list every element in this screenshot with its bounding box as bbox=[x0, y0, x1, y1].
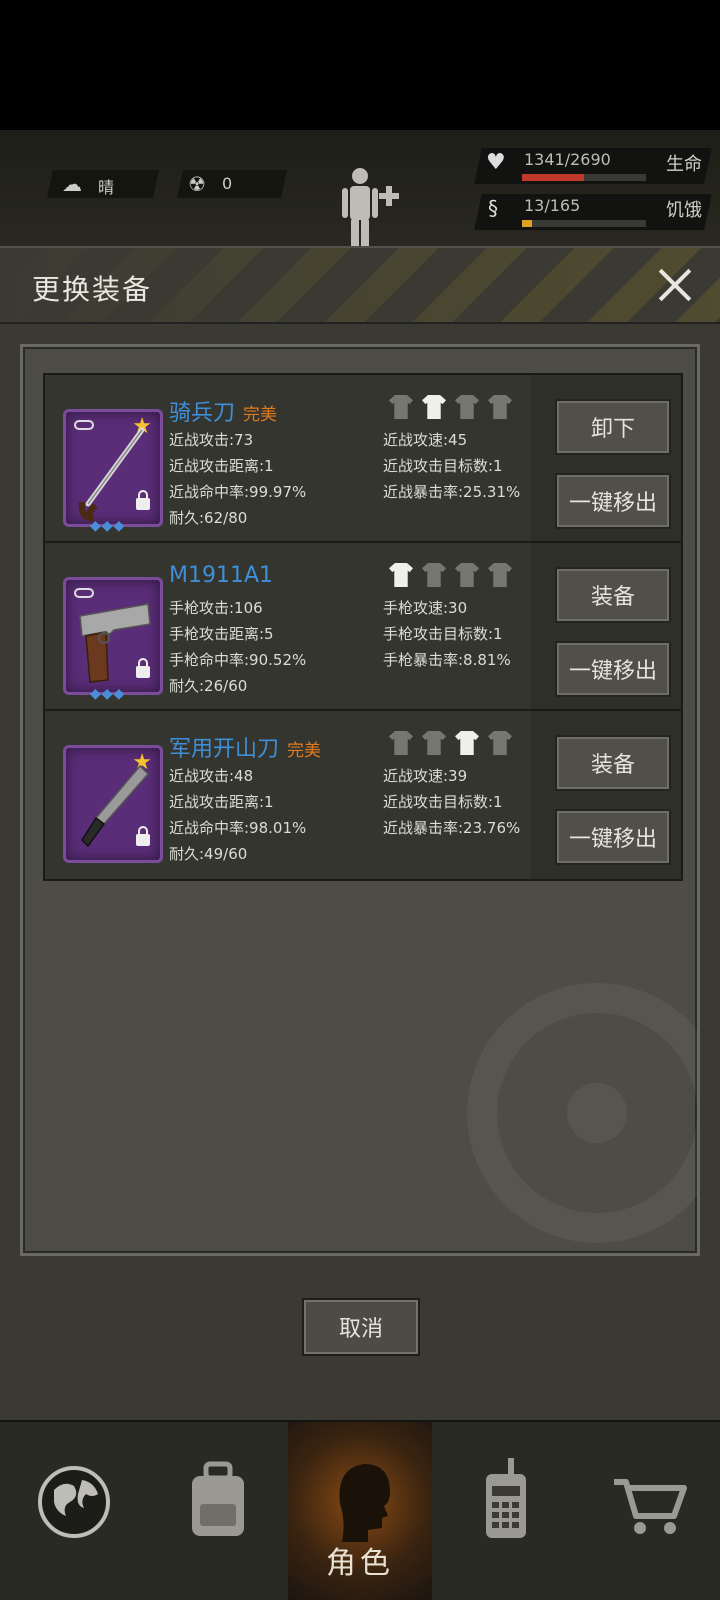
backpack-icon bbox=[192, 1461, 244, 1536]
equipment-item: ◆◆◆ M1911A1 手枪攻击:106 手枪攻击距离:5 手枪命中率:90.5… bbox=[43, 541, 683, 713]
lock-icon bbox=[136, 658, 150, 678]
dialog-title: 更换装备 bbox=[32, 273, 153, 306]
slot-indicators bbox=[389, 563, 512, 587]
nav-radio[interactable] bbox=[432, 1422, 576, 1600]
weather-label: 晴 bbox=[98, 178, 115, 197]
nav-world[interactable] bbox=[0, 1422, 144, 1600]
walkie-talkie-icon bbox=[486, 1458, 526, 1538]
nav-character[interactable]: 角色 bbox=[288, 1422, 432, 1600]
slot-3-shirt-icon bbox=[455, 731, 479, 755]
item-thumbnail[interactable]: ★ bbox=[63, 745, 163, 863]
stat-pistol-targets: 手枪攻击目标数:1 bbox=[383, 625, 503, 643]
hunger-bar-row: § 13/165 饥饿 bbox=[474, 192, 720, 236]
stat-melee-range: 近战攻击距离:1 bbox=[169, 457, 274, 475]
stomach-icon: § bbox=[488, 196, 498, 220]
item-name: 骑兵刀 完美 bbox=[169, 401, 278, 426]
stat-pistol-crit: 手枪暴击率:8.81% bbox=[383, 651, 511, 669]
shopping-cart-icon bbox=[614, 1479, 687, 1534]
stat-durability: 耐久:26/60 bbox=[169, 677, 248, 695]
rank-diamonds-icon: ◆◆◆ bbox=[90, 686, 126, 702]
bottom-nav: 角色 bbox=[0, 1420, 720, 1600]
nav-backpack[interactable] bbox=[144, 1422, 288, 1600]
health-value: 1341/2690 bbox=[524, 150, 611, 169]
hunger-bar-fill bbox=[522, 220, 532, 227]
rank-diamonds-icon: ◆◆◆ bbox=[90, 518, 126, 534]
remove-all-button[interactable]: 一键移出 bbox=[555, 809, 671, 865]
stat-durability: 耐久:49/60 bbox=[169, 845, 248, 863]
slot-indicators bbox=[389, 731, 512, 755]
slot-4-shirt-icon bbox=[488, 395, 512, 419]
item-thumbnail[interactable]: ★ ◆◆◆ bbox=[63, 409, 163, 534]
stat-pistol-speed: 手枪攻速:30 bbox=[383, 599, 468, 617]
status-area: ☁ 晴 ☢ 0 ♥ 1341/2690 生命 § 13/165 饥饿 bbox=[0, 130, 720, 260]
stat-durability: 耐久:62/80 bbox=[169, 509, 248, 527]
slot-2-shirt-icon bbox=[422, 563, 446, 587]
equipment-list: ★ ◆◆◆ 骑兵刀 完美 近战攻击:73 近战攻击距离:1 近战命中率:99.9… bbox=[20, 344, 700, 1256]
heart-icon: ♥ bbox=[486, 150, 506, 175]
equip-button[interactable]: 装备 bbox=[555, 567, 671, 623]
remove-all-button[interactable]: 一键移出 bbox=[555, 641, 671, 697]
stat-melee-range: 近战攻击距离:1 bbox=[169, 793, 274, 811]
close-button[interactable] bbox=[652, 262, 698, 308]
globe-icon bbox=[38, 1466, 110, 1538]
slot-1-shirt-icon bbox=[389, 395, 413, 419]
health-bar-row: ♥ 1341/2690 生命 bbox=[474, 146, 720, 190]
slot-2-shirt-icon bbox=[422, 395, 446, 419]
health-bar-fill bbox=[522, 174, 584, 181]
slot-3-shirt-icon bbox=[455, 563, 479, 587]
stat-melee-targets: 近战攻击目标数:1 bbox=[383, 793, 503, 811]
equip-button[interactable]: 装备 bbox=[555, 735, 671, 791]
slot-2-shirt-icon bbox=[422, 731, 446, 755]
slot-1-shirt-icon bbox=[389, 563, 413, 587]
radiation-watermark-icon bbox=[467, 983, 697, 1243]
remove-all-button[interactable]: 一键移出 bbox=[555, 473, 671, 529]
slot-1-shirt-icon bbox=[389, 731, 413, 755]
stat-pistol-range: 手枪攻击距离:5 bbox=[169, 625, 274, 643]
stat-melee-speed: 近战攻速:39 bbox=[383, 767, 468, 785]
change-equipment-dialog: 更换装备 ★ ◆◆◆ 骑兵刀 完美 近战攻击:73 近战攻击距离:1 近战命中率… bbox=[0, 246, 720, 1420]
radiation-icon: ☢ bbox=[188, 172, 206, 196]
slot-4-shirt-icon bbox=[488, 731, 512, 755]
item-quality: 完美 bbox=[243, 405, 278, 425]
body-heal-icon[interactable] bbox=[340, 166, 410, 252]
stat-melee-accuracy: 近战命中率:98.01% bbox=[169, 819, 307, 837]
stat-pistol-attack: 手枪攻击:106 bbox=[169, 599, 263, 617]
hunger-value: 13/165 bbox=[524, 196, 581, 215]
stat-melee-accuracy: 近战命中率:99.97% bbox=[169, 483, 307, 501]
nav-character-label: 角色 bbox=[326, 1546, 394, 1581]
slot-4-shirt-icon bbox=[488, 563, 512, 587]
stat-melee-attack: 近战攻击:73 bbox=[169, 431, 254, 449]
equipment-item: ★ 军用开山刀 完美 近战攻击:48 近战攻击距离:1 近战命中率:98.01% … bbox=[43, 709, 683, 881]
slot-indicators bbox=[389, 395, 512, 419]
hunger-label: 饥饿 bbox=[666, 200, 702, 221]
stat-melee-crit: 近战暴击率:25.31% bbox=[383, 483, 521, 501]
item-name: M1911A1 bbox=[169, 563, 274, 588]
stat-melee-targets: 近战攻击目标数:1 bbox=[383, 457, 503, 475]
radiation-value: 0 bbox=[222, 174, 233, 193]
item-thumbnail[interactable]: ◆◆◆ bbox=[63, 577, 163, 702]
stat-melee-speed: 近战攻速:45 bbox=[383, 431, 468, 449]
character-head-icon bbox=[339, 1464, 390, 1542]
item-name: 军用开山刀 完美 bbox=[169, 737, 322, 762]
weather-icon: ☁ bbox=[62, 172, 82, 196]
stat-melee-crit: 近战暴击率:23.76% bbox=[383, 819, 521, 837]
item-quality: 完美 bbox=[287, 741, 322, 761]
nav-shop[interactable] bbox=[576, 1422, 720, 1600]
slot-3-shirt-icon bbox=[455, 395, 479, 419]
lock-icon bbox=[136, 826, 150, 846]
dialog-header: 更换装备 bbox=[0, 248, 720, 324]
unequip-button[interactable]: 卸下 bbox=[555, 399, 671, 455]
lock-icon bbox=[136, 490, 150, 510]
health-label: 生命 bbox=[666, 154, 702, 175]
cancel-button[interactable]: 取消 bbox=[302, 1298, 420, 1356]
stat-melee-attack: 近战攻击:48 bbox=[169, 767, 254, 785]
stat-pistol-accuracy: 手枪命中率:90.52% bbox=[169, 651, 307, 669]
equipment-item: ★ ◆◆◆ 骑兵刀 完美 近战攻击:73 近战攻击距离:1 近战命中率:99.9… bbox=[43, 373, 683, 545]
